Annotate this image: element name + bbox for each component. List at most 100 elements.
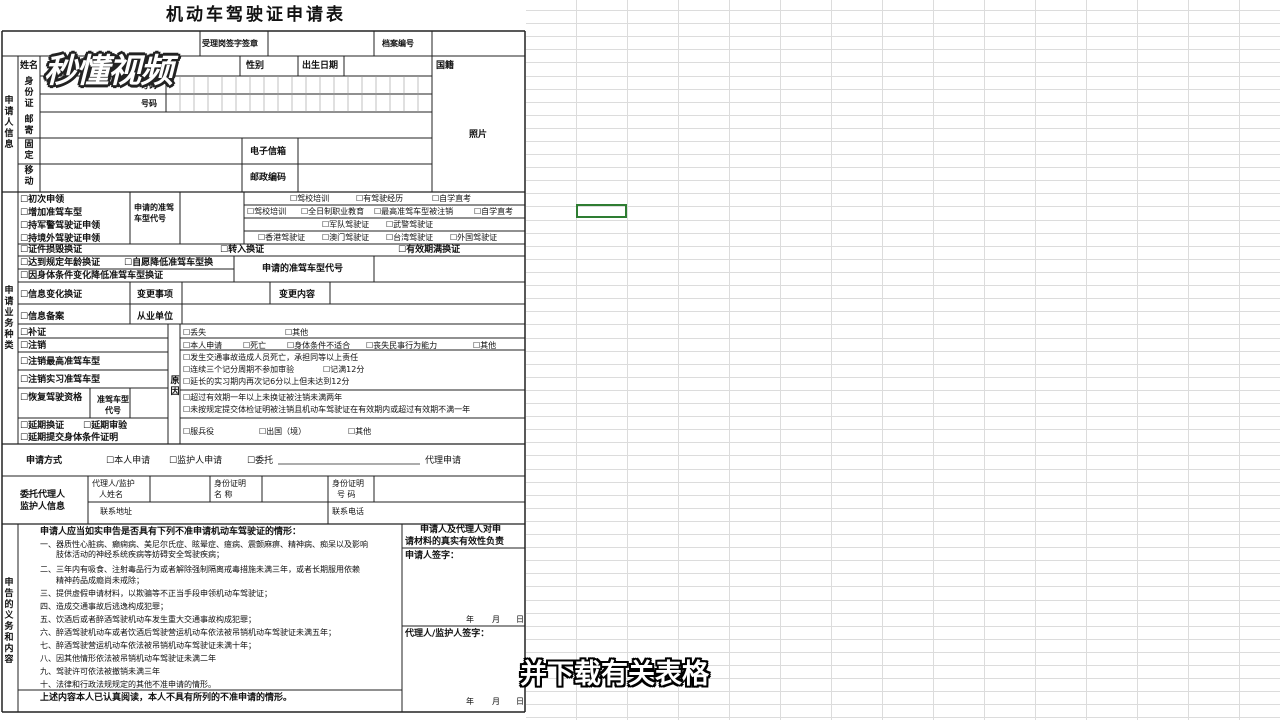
opt-highest-cancelled-checkbox[interactable]: ☐最高准驾车型被注销: [374, 208, 453, 216]
method-self-checkbox[interactable]: ☐本人申请: [106, 457, 150, 466]
agent-idname-label-2: 名 称: [214, 490, 233, 499]
opt-fulltime-checkbox[interactable]: ☐全日制职业教育: [301, 208, 364, 216]
selected-cell[interactable]: [576, 204, 627, 218]
method-guardian-checkbox[interactable]: ☐监护人申请: [169, 457, 222, 466]
mobile-label: 移动: [24, 166, 34, 187]
nationality-label: 国籍: [436, 61, 455, 71]
declaration-item: 二、三年内有吸食、注射毒品行为或者解除强制隔离戒毒措施未满三年，或者长期服用依赖: [40, 565, 360, 574]
info-record-checkbox[interactable]: ☐信息备案: [20, 313, 64, 322]
first-apply-checkbox[interactable]: ☐初次申领: [20, 196, 64, 205]
apply-type-code-label: 申请的准驾车型代号: [134, 203, 174, 223]
reason-body-checkbox[interactable]: ☐身体条件不适合: [287, 342, 350, 350]
opt-self-study-2-checkbox[interactable]: ☐自学直考: [474, 208, 513, 216]
overseas-license-checkbox[interactable]: ☐持境外驾驶证申领: [20, 235, 100, 244]
postcode-label: 邮政编码: [250, 173, 287, 183]
id-code-label-2: 号码: [141, 99, 157, 108]
agent-date-year: 年: [466, 697, 474, 706]
opt-self-study-checkbox[interactable]: ☐自学直考: [432, 195, 471, 203]
delay-renew-checkbox[interactable]: ☐延期换证: [20, 422, 64, 431]
reason-over-1-checkbox[interactable]: ☐超过有效期一年以上未换证被注销未满两年: [183, 394, 342, 402]
reason-label: 原因: [170, 376, 180, 397]
video-subtitle: 并下载有关表格: [520, 659, 709, 690]
form-title: 机动车驾驶证申请表: [166, 5, 346, 25]
applicant-section-label: 申请人信息: [4, 96, 14, 150]
reason-death-checkbox[interactable]: ☐死亡: [243, 342, 266, 350]
declaration-item: 精神药品成瘾尚未戒除；: [56, 576, 144, 585]
cancel-intern-checkbox[interactable]: ☐注销实习准驾车型: [20, 376, 100, 385]
reason-other-1-checkbox[interactable]: ☐其他: [285, 329, 308, 337]
opt-army-checkbox[interactable]: ☐军队驾驶证: [322, 221, 369, 229]
declaration-item: 八、因其他情形依法被吊销机动车驾驶证未满二年: [40, 654, 216, 663]
email-label: 电子信箱: [250, 147, 287, 157]
reason-other-3-checkbox[interactable]: ☐其他: [348, 428, 371, 436]
reason-military-checkbox[interactable]: ☐服兵役: [183, 428, 214, 436]
reason-civil-checkbox[interactable]: ☐丧失民事行为能力: [366, 342, 437, 350]
age-renew-checkbox[interactable]: ☐达到规定年龄换证: [20, 259, 100, 268]
id-label: 身份证: [24, 77, 34, 109]
birth-label: 出生日期: [302, 61, 339, 71]
name-label: 姓名: [20, 61, 39, 71]
self-downgrade-checkbox[interactable]: ☐自愿降低准驾车型换: [124, 259, 213, 268]
agent-phone-label: 联系电话: [332, 507, 364, 516]
delay-review-checkbox[interactable]: ☐延期审验: [83, 422, 127, 431]
sign-date-month: 月: [492, 615, 500, 624]
agent-date-month: 月: [492, 697, 500, 706]
sign-date-day: 日: [516, 615, 524, 624]
method-entrust-checkbox[interactable]: ☐委托: [247, 457, 273, 466]
body-downgrade-checkbox[interactable]: ☐因身体条件变化降低准驾车型换证: [20, 272, 163, 281]
opt-macau-checkbox[interactable]: ☐澳门驾驶证: [322, 234, 369, 242]
change-content-label: 变更内容: [279, 290, 316, 300]
opt-experience-checkbox[interactable]: ☐有驾驶经历: [356, 195, 403, 203]
reason-other-2-checkbox[interactable]: ☐其他: [473, 342, 496, 350]
agent-idno-label-2: 号 码: [337, 490, 356, 499]
opt-armed-police-checkbox[interactable]: ☐武警驾驶证: [386, 221, 433, 229]
license-application-form: 机动车驾驶证申请表 受理岗签字签章 档案编号 申请人信息 姓名 性别 出生日期 …: [0, 0, 528, 720]
agent-section-label-1: 委托代理人: [20, 490, 66, 500]
expire-renew-checkbox[interactable]: ☐有效期满换证: [398, 246, 460, 255]
business-section-label: 申请业务种类: [4, 286, 14, 351]
transfer-renew-checkbox[interactable]: ☐转入换证: [220, 246, 264, 255]
agent-idno-label-1: 身份证明: [332, 479, 364, 488]
declaration-item: 九、驾驶许可依法被撤销未满三年: [40, 667, 160, 676]
opt-hk-checkbox[interactable]: ☐香港驾驶证: [258, 234, 305, 242]
reason-full-12-checkbox[interactable]: ☐记满12分: [323, 366, 364, 374]
add-type-checkbox[interactable]: ☐增加准驾车型: [20, 209, 82, 218]
military-license-checkbox[interactable]: ☐持军警驾驶证申领: [20, 222, 100, 231]
reason-lost-checkbox[interactable]: ☐丢失: [183, 329, 206, 337]
declaration-item: 五、饮酒后或者醉酒驾驶机动车发生重大交通事故构成犯罪；: [40, 615, 256, 624]
info-change-checkbox[interactable]: ☐信息变化换证: [20, 291, 82, 300]
reason-accident-checkbox[interactable]: ☐发生交通事故造成人员死亡，承担同等以上责任: [183, 354, 358, 362]
damage-renew-checkbox[interactable]: ☐证件损毁换证: [20, 246, 82, 255]
fixed-phone-label: 固定: [24, 140, 34, 161]
declaration-item: 肢体活动的神经系统疾病等妨碍安全驾驶疾病；: [56, 550, 224, 559]
agent-idname-label-1: 身份证明: [214, 479, 246, 488]
photo-label: 照片: [469, 130, 488, 140]
reason-self-checkbox[interactable]: ☐本人申请: [183, 342, 222, 350]
reissue-checkbox[interactable]: ☐补证: [20, 329, 46, 338]
declaration-item: 三、提供虚假申请材料，以欺骗等不正当手段申领机动车驾驶证；: [40, 589, 272, 598]
reason-points-checkbox[interactable]: ☐连续三个记分周期不参加审验: [183, 366, 294, 374]
declaration-item: 六、醉酒驾驶机动车或者饮酒后驾驶营运机动车依法被吊销机动车驾驶证未满五年；: [40, 628, 336, 637]
method-agent-label: 代理申请: [425, 456, 462, 466]
reason-intern-checkbox[interactable]: ☐延长的实习期内再次记6分以上但未达到12分: [183, 378, 349, 386]
declaration-section-label: 申告的义务和内容: [4, 578, 14, 665]
cancel-checkbox[interactable]: ☐注销: [20, 342, 46, 351]
opt-school-2-checkbox[interactable]: ☐驾校培训: [247, 208, 286, 216]
opt-foreign-checkbox[interactable]: ☐外国驾驶证: [450, 234, 497, 242]
agent-address-label: 联系地址: [100, 507, 132, 516]
agent-name-label-1: 代理人/监护: [92, 479, 135, 488]
opt-school-checkbox[interactable]: ☐驾校培训: [290, 195, 329, 203]
delay-body-checkbox[interactable]: ☐延期提交身体条件证明: [20, 434, 118, 443]
reason-over-2-checkbox[interactable]: ☐未按规定提交体检证明被注销且机动车驾驶证在有效期内或超过有效期不满一年: [183, 406, 470, 414]
declaration-item: 一、器质性心脏病、癫痫病、美尼尔氏症、眩晕症、癔病、震颤麻痹、精神病、痴呆以及影…: [40, 540, 368, 549]
restore-checkbox[interactable]: ☐恢复驾驶资格: [20, 394, 82, 403]
reason-abroad-checkbox[interactable]: ☐出国（境）: [259, 428, 306, 436]
apply-type-code-2-label: 申请的准驾车型代号: [262, 264, 344, 274]
cancel-highest-checkbox[interactable]: ☐注销最高准驾车型: [20, 358, 100, 367]
declaration-item: 四、造成交通事故后逃逸构成犯罪；: [40, 602, 168, 611]
agent-date-day: 日: [516, 697, 524, 706]
archive-no-label: 档案编号: [382, 39, 414, 48]
agent-section-label-2: 监护人信息: [20, 502, 66, 512]
opt-taiwan-checkbox[interactable]: ☐台湾驾驶证: [386, 234, 433, 242]
sign-date-year: 年: [466, 615, 474, 624]
